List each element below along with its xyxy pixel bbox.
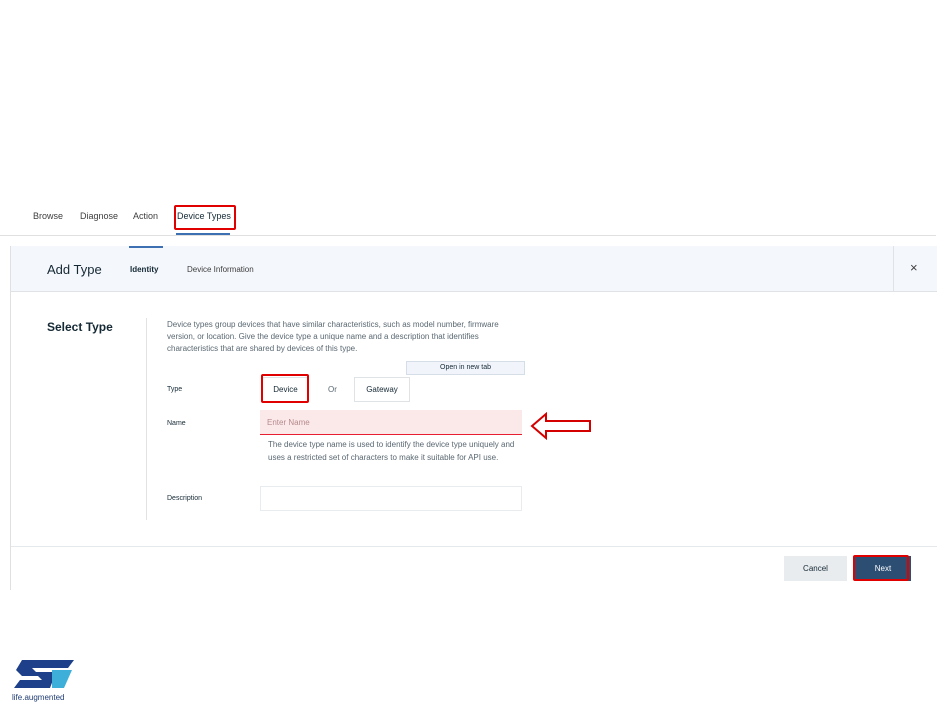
description-input[interactable] (260, 486, 522, 511)
left-arrow-icon (530, 412, 591, 440)
active-tab-indicator (176, 233, 230, 235)
section-title: Select Type (47, 320, 113, 334)
tab-action[interactable]: Action (133, 211, 158, 221)
step-device-information[interactable]: Device Information (187, 265, 254, 274)
type-label: Type (167, 386, 183, 393)
name-input[interactable] (260, 410, 522, 435)
step-identity[interactable]: Identity (130, 265, 158, 274)
cancel-button[interactable]: Cancel (784, 556, 847, 581)
type-gateway-option[interactable]: Gateway (354, 377, 410, 402)
panel-title: Add Type (47, 262, 102, 277)
type-device-option[interactable]: Device (262, 377, 309, 402)
section-divider (146, 318, 147, 520)
active-step-indicator (129, 246, 163, 248)
or-text: Or (328, 385, 337, 394)
section-description: Device types group devices that have sim… (167, 320, 499, 353)
add-type-panel: Add Type Identity Device Information × S… (10, 246, 937, 590)
st-logo-icon (14, 660, 74, 688)
top-navigation: Browse Diagnose Action Device Types (0, 200, 936, 236)
close-icon[interactable]: × (910, 260, 918, 275)
brand-tagline: life.augmented (12, 693, 65, 702)
tab-diagnose[interactable]: Diagnose (80, 211, 118, 221)
tab-browse[interactable]: Browse (33, 211, 63, 221)
panel-header: Add Type Identity Device Information × (11, 246, 937, 292)
description-label: Description (167, 495, 203, 502)
name-helper-text: The device type name is used to identify… (268, 440, 515, 462)
close-area: × (893, 246, 937, 292)
name-label: Name (167, 420, 186, 427)
next-button[interactable]: Next (855, 556, 911, 581)
open-in-new-tab-link[interactable]: Open in new tab (406, 361, 525, 375)
tab-device-types[interactable]: Device Types (177, 211, 231, 221)
footer-divider (11, 546, 937, 547)
